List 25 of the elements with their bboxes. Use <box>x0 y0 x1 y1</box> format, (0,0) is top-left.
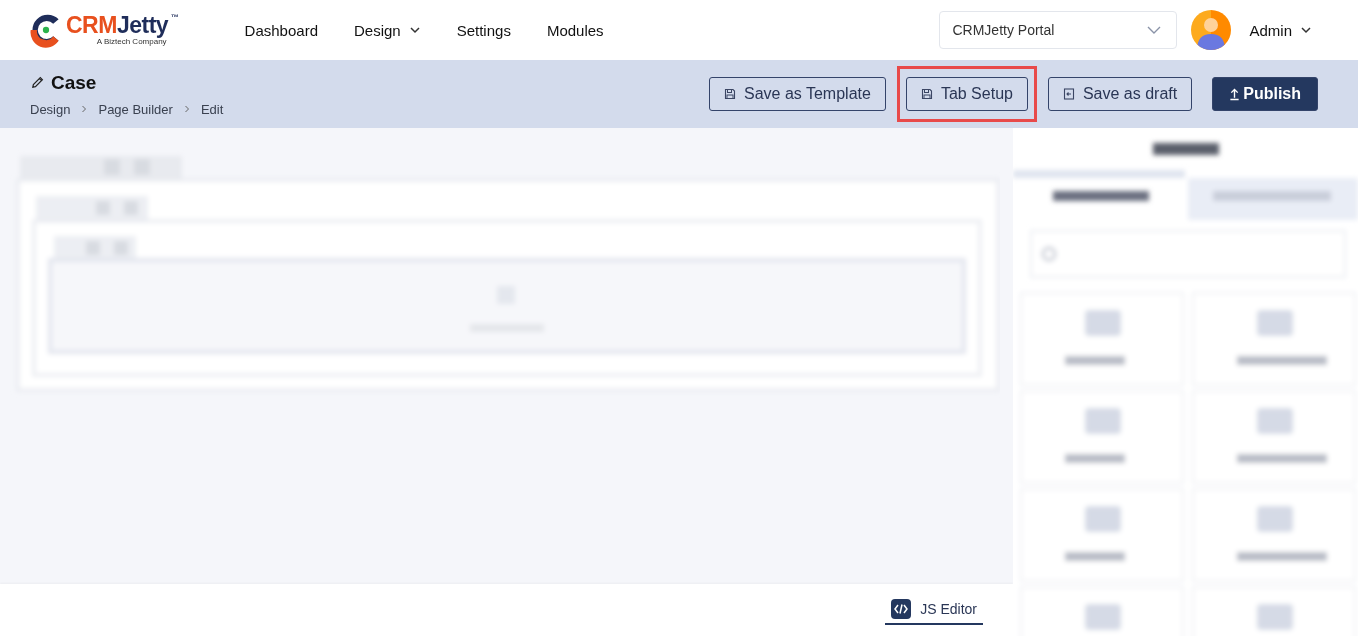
breadcrumb-link[interactable]: Page Builder <box>98 101 173 117</box>
nav-link[interactable]: Modules <box>546 21 604 39</box>
pencil-icon <box>30 75 45 90</box>
avatar-icon[interactable] <box>1191 10 1232 50</box>
logo-wordmark: CRMJetty$^{™}$ <box>66 14 179 37</box>
js-editor-tab[interactable]: JS Editor <box>885 595 983 625</box>
chevron-down-icon[interactable] <box>408 24 421 36</box>
code-icon <box>891 599 912 619</box>
logo-tagline: A Biztech Company <box>96 37 167 46</box>
upload-icon <box>1229 87 1241 101</box>
chevron-down-icon[interactable] <box>1300 24 1312 36</box>
nav-link[interactable]: Design <box>354 21 421 39</box>
chevron-right-icon <box>182 105 191 113</box>
nav-link[interactable]: Settings <box>456 21 511 39</box>
breadcrumb-link[interactable]: Design <box>30 101 71 117</box>
action-button[interactable]: Publish <box>1212 77 1318 111</box>
nav-link[interactable]: Dashboard <box>244 21 318 39</box>
user-menu[interactable]: Admin <box>1249 21 1312 39</box>
page-title: Case <box>51 71 97 94</box>
breadcrumb-link[interactable]: Edit <box>200 101 224 117</box>
portal-select[interactable]: CRMJetty Portal <box>939 11 1178 49</box>
chevron-right-icon <box>80 105 89 113</box>
action-button[interactable]: Save as Template <box>709 77 886 111</box>
action-button[interactable]: Save as draft <box>1047 77 1193 111</box>
action-button[interactable]: Tab Setup <box>905 77 1028 111</box>
